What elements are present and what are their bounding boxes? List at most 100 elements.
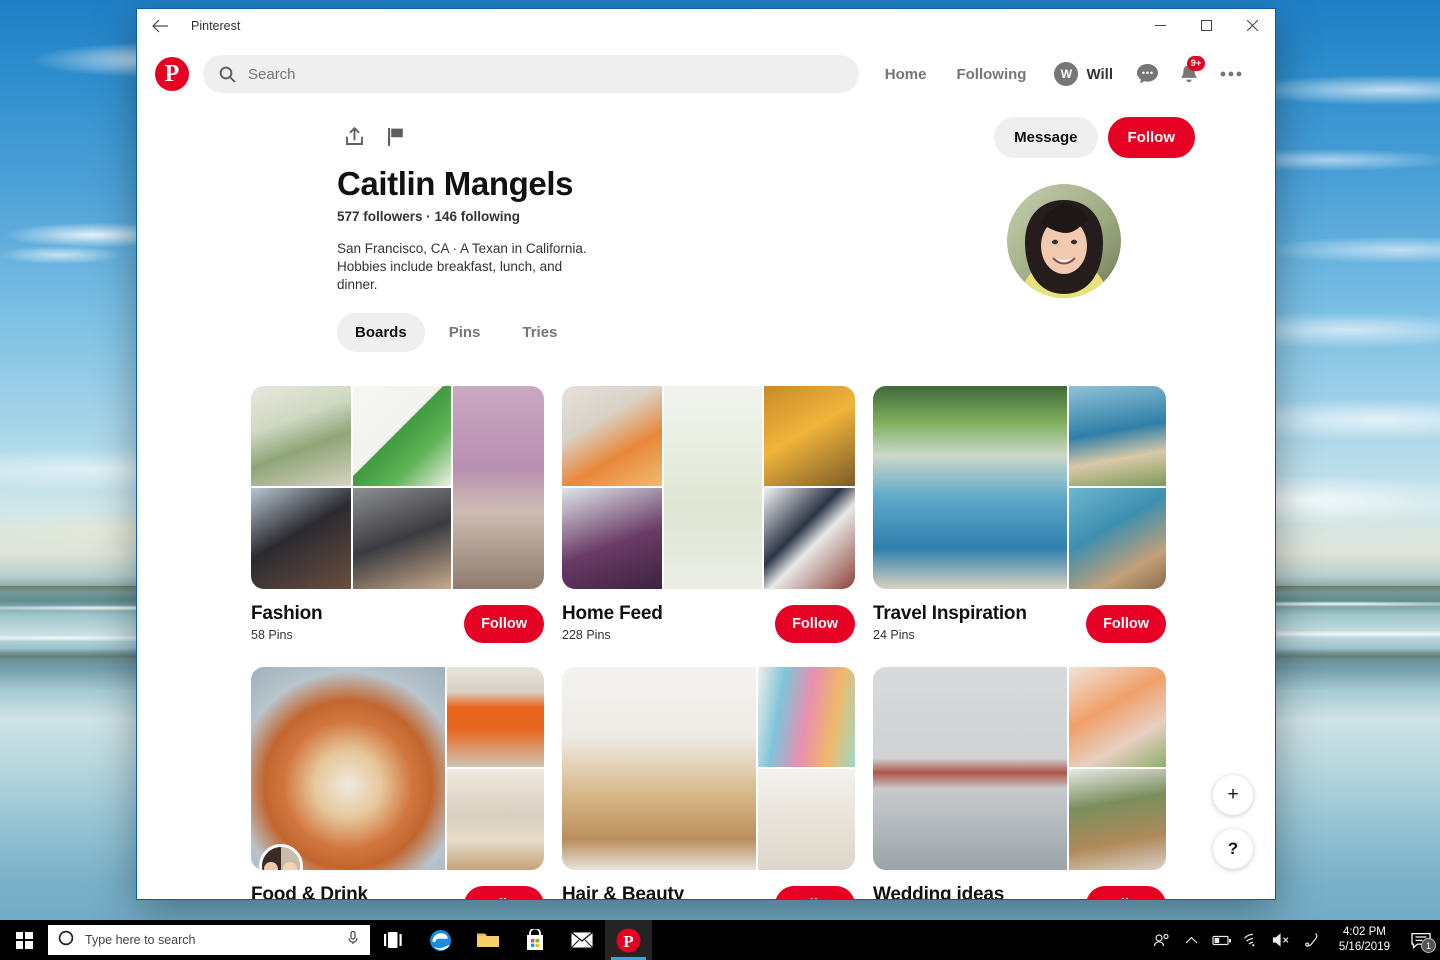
desktop: Pinterest P xyxy=(0,0,1440,960)
profile-right-column: Message Follow xyxy=(933,117,1195,298)
board-title: Hair & Beauty xyxy=(562,884,684,900)
board-image xyxy=(353,386,451,486)
store-icon[interactable] xyxy=(511,920,558,960)
board-title: Travel Inspiration xyxy=(873,603,1027,625)
back-arrow-icon[interactable] xyxy=(137,10,183,42)
board-card[interactable]: Fashion 58 Pins Follow xyxy=(251,386,544,643)
clock-time: 4:02 PM xyxy=(1343,925,1386,940)
board-pin-count: 58 Pins xyxy=(251,628,322,642)
pinterest-logo-letter: P xyxy=(165,62,180,86)
board-title: Fashion xyxy=(251,603,322,625)
board-follow-button[interactable]: Follow xyxy=(775,605,855,643)
search-box[interactable] xyxy=(203,55,859,93)
clock-date: 5/16/2019 xyxy=(1339,940,1390,955)
cortana-circle-icon xyxy=(58,930,74,951)
board-image xyxy=(251,386,351,486)
board-follow-button[interactable]: Follow xyxy=(464,886,544,900)
microphone-icon[interactable] xyxy=(346,930,360,950)
bell-icon[interactable]: 9+ xyxy=(1171,56,1207,92)
board-image xyxy=(764,386,855,486)
board-card[interactable]: Hair & Beauty 55 Pins Follow xyxy=(562,667,855,900)
board-image xyxy=(758,769,855,870)
board-follow-button[interactable]: Follow xyxy=(1086,605,1166,643)
people-icon[interactable] xyxy=(1147,920,1177,960)
message-button[interactable]: Message xyxy=(994,117,1097,158)
board-card[interactable]: Travel Inspiration 24 Pins Follow xyxy=(873,386,1166,643)
board-meta: Hair & Beauty 55 Pins Follow xyxy=(562,884,855,900)
window-titlebar: Pinterest xyxy=(137,9,1275,43)
board-meta: Home Feed 228 Pins Follow xyxy=(562,603,855,643)
edge-browser-icon[interactable] xyxy=(417,920,464,960)
chevron-up-icon[interactable] xyxy=(1177,920,1207,960)
window-title: Pinterest xyxy=(191,19,240,33)
board-meta: Fashion 58 Pins Follow xyxy=(251,603,544,643)
follow-button[interactable]: Follow xyxy=(1108,117,1196,158)
profile-photo[interactable] xyxy=(1007,184,1121,298)
board-collage[interactable] xyxy=(562,386,855,589)
board-card[interactable]: Food & Drink 74 Pins Follow xyxy=(251,667,544,900)
create-pin-button[interactable]: + xyxy=(1213,775,1253,815)
boards-grid: Fashion 58 Pins Follow Home Fee xyxy=(137,352,1275,900)
taskbar-clock[interactable]: 4:02 PM 5/16/2019 xyxy=(1327,925,1402,954)
board-image xyxy=(1069,386,1166,486)
board-pin-count: 24 Pins xyxy=(873,628,1027,642)
mail-envelope-icon[interactable] xyxy=(558,920,605,960)
task-view-icon[interactable] xyxy=(370,920,417,960)
pen-icon[interactable] xyxy=(1297,920,1327,960)
board-image xyxy=(1069,488,1166,589)
speaker-muted-icon[interactable] xyxy=(1267,920,1297,960)
board-meta: Food & Drink 74 Pins Follow xyxy=(251,884,544,900)
window-controls xyxy=(1137,9,1275,41)
board-title: Wedding ideas xyxy=(873,884,1004,900)
board-follow-button[interactable]: Follow xyxy=(1086,886,1166,900)
board-image xyxy=(873,667,1067,870)
board-card[interactable]: Home Feed 228 Pins Follow xyxy=(562,386,855,643)
taskbar-search-box[interactable]: Type here to search xyxy=(48,925,370,955)
wifi-icon[interactable] xyxy=(1237,920,1267,960)
board-card[interactable]: Wedding ideas 32 Pins Follow xyxy=(873,667,1166,900)
help-button[interactable]: ? xyxy=(1213,829,1253,869)
search-input[interactable] xyxy=(248,66,843,83)
taskbar-search-placeholder: Type here to search xyxy=(85,933,335,947)
username-label: Will xyxy=(1086,66,1113,83)
board-collage[interactable] xyxy=(251,386,544,589)
board-collage[interactable] xyxy=(562,667,855,870)
profile-tabs: Boards Pins Tries xyxy=(137,295,1275,352)
board-collage[interactable] xyxy=(251,667,544,870)
share-upload-icon[interactable] xyxy=(337,119,371,153)
pinterest-app-icon[interactable]: P xyxy=(605,920,652,960)
windows-start-icon[interactable] xyxy=(0,920,48,960)
action-center-badge: 1 xyxy=(1421,938,1436,953)
pinterest-logo-icon[interactable]: P xyxy=(155,57,189,91)
board-collage[interactable] xyxy=(873,667,1166,870)
close-button[interactable] xyxy=(1229,9,1275,41)
board-image xyxy=(353,488,451,589)
search-icon xyxy=(219,66,236,83)
flag-icon[interactable] xyxy=(379,119,413,153)
taskbar-apps: P xyxy=(370,920,652,960)
pinterest-header: P Home Following W Will xyxy=(137,43,1275,105)
nav-home[interactable]: Home xyxy=(873,58,939,91)
tab-boards[interactable]: Boards xyxy=(337,313,425,352)
message-bubble-icon[interactable] xyxy=(1129,56,1165,92)
board-image xyxy=(1069,769,1166,870)
board-follow-button[interactable]: Follow xyxy=(464,605,544,643)
folder-icon[interactable] xyxy=(464,920,511,960)
nav-following[interactable]: Following xyxy=(944,58,1038,91)
svg-text:P: P xyxy=(623,932,633,951)
board-image xyxy=(453,386,544,589)
minimize-button[interactable] xyxy=(1137,9,1183,41)
profile-action-buttons: Message Follow xyxy=(994,117,1195,158)
maximize-button[interactable] xyxy=(1183,9,1229,41)
user-menu[interactable]: W Will xyxy=(1044,56,1123,92)
board-title: Home Feed xyxy=(562,603,663,625)
action-center-icon[interactable]: 1 xyxy=(1402,920,1440,960)
board-image xyxy=(758,667,855,767)
tab-tries[interactable]: Tries xyxy=(504,313,575,352)
board-collage[interactable] xyxy=(873,386,1166,589)
battery-icon[interactable] xyxy=(1207,920,1237,960)
profile-about: San Francisco, CA · A Texan in Californi… xyxy=(337,240,603,295)
more-horizontal-icon[interactable] xyxy=(1213,56,1249,92)
tab-pins[interactable]: Pins xyxy=(431,313,499,352)
board-follow-button[interactable]: Follow xyxy=(775,886,855,900)
